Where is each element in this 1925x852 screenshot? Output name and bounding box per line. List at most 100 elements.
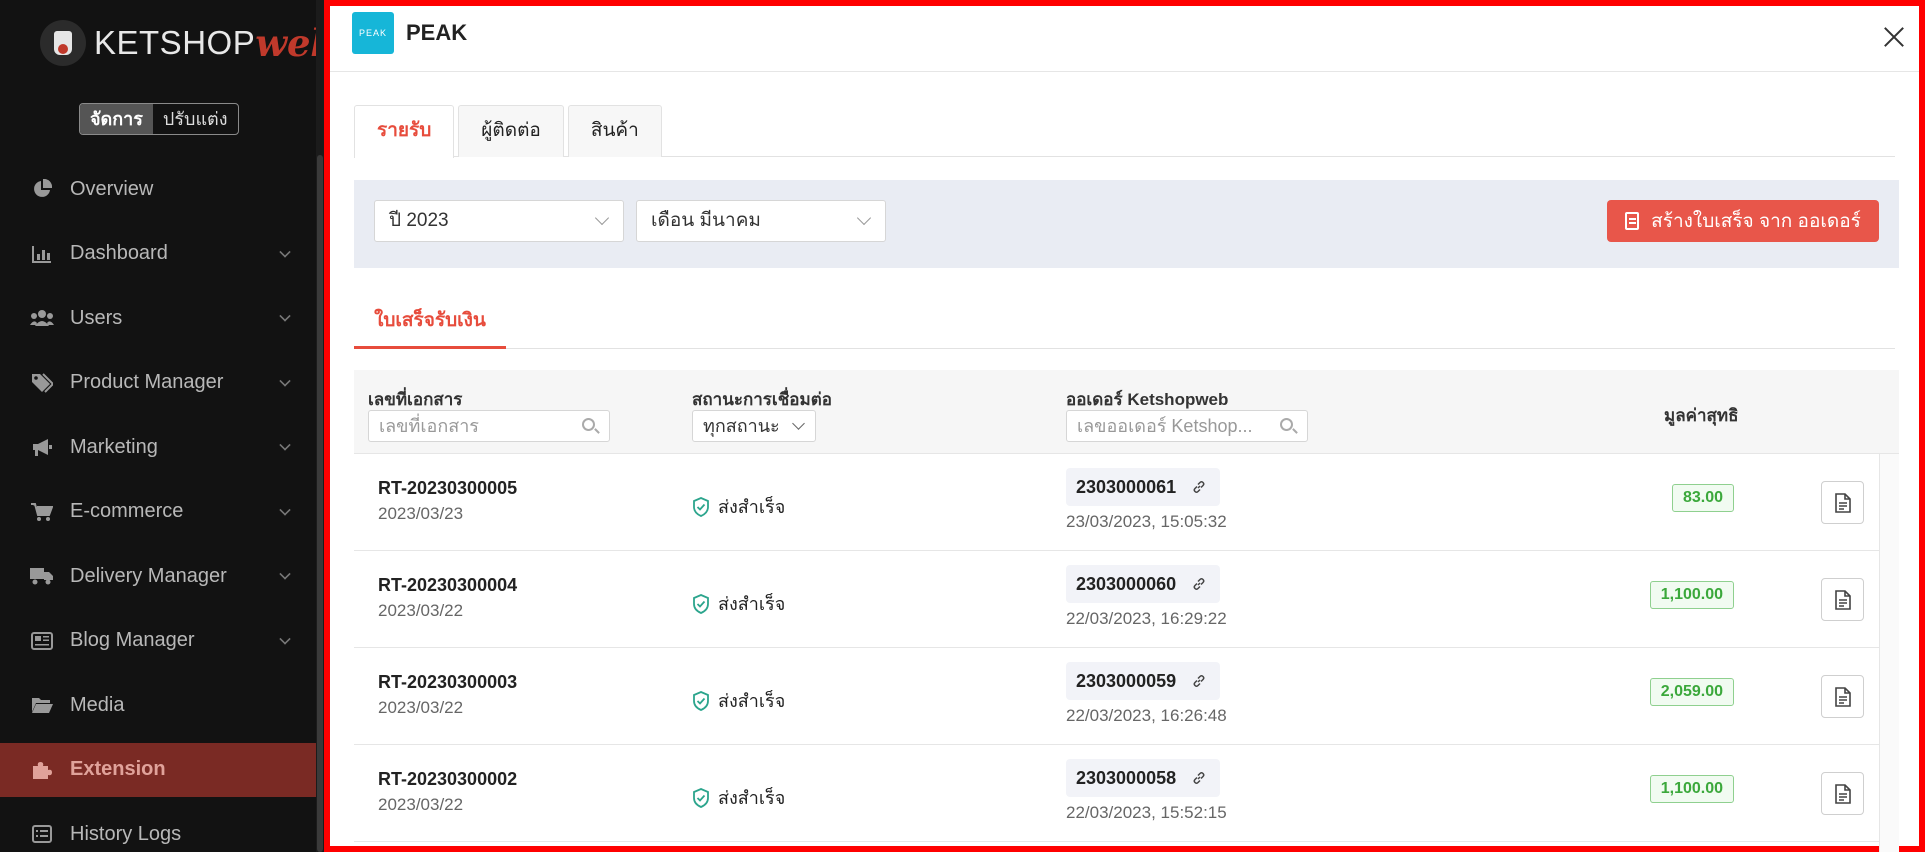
tab-income[interactable]: รายรับ [354, 105, 455, 158]
status-filter-select[interactable]: ทุกสถานะ [692, 410, 816, 442]
view-document-button[interactable] [1821, 675, 1864, 718]
table-row[interactable]: RT-20230300003 2023/03/22 ส่งสำเร็จ 2303… [354, 648, 1879, 745]
pie-chart-icon [30, 178, 54, 200]
modal-header: PEAK PEAK [330, 6, 1919, 72]
receipt-icon [1625, 212, 1640, 230]
newspaper-icon [30, 630, 54, 652]
sidebar-item-label: Extension [70, 758, 166, 780]
filter-bar: ปี 2023 เดือน มีนาคม สร้างใบเสร็จ จาก ออ… [354, 180, 1899, 268]
sidebar-item-history-logs[interactable]: History Logs [0, 807, 316, 852]
chevron-down-icon [856, 210, 872, 226]
status-filter-value: ทุกสถานะ [703, 416, 780, 436]
table-scrollbar[interactable] [1879, 454, 1899, 852]
order-chip: 2303000058 [1066, 759, 1221, 797]
amount-badge: 2,059.00 [1649, 678, 1734, 706]
view-document-button[interactable] [1821, 481, 1864, 524]
chevron-down-icon [279, 568, 291, 580]
doc-date: 2023/03/23 [378, 504, 464, 523]
sidebar-item-blog-manager[interactable]: Blog Manager [0, 614, 316, 668]
create-receipt-button[interactable]: สร้างใบเสร็จ จาก ออเดอร์ [1607, 200, 1879, 242]
order-search-input[interactable]: เลขออเดอร์ Ketshop... [1066, 410, 1308, 442]
chevron-down-icon [279, 439, 291, 451]
link-icon[interactable] [1188, 476, 1210, 498]
sidebar-item-product-manager[interactable]: Product Manager [0, 356, 316, 410]
order-number: 2303000059 [1076, 670, 1177, 691]
tab-products[interactable]: สินค้า [567, 105, 662, 157]
sidebar-item-extension[interactable]: Extension [0, 742, 316, 797]
modal-tabs: รายรับ ผู้ติดต่อ สินค้า [354, 105, 1895, 158]
table-row[interactable]: RT-20230300004 2023/03/22 ส่งสำเร็จ 2303… [354, 551, 1879, 648]
status-badge: ส่งสำเร็จ [692, 783, 785, 812]
puzzle-icon [30, 759, 54, 781]
users-icon [30, 307, 54, 329]
sidebar-item-label: History Logs [70, 822, 182, 845]
order-datetime: 23/03/2023, 15:05:32 [1066, 512, 1227, 531]
column-doc-no: เลขที่เอกสาร [368, 390, 463, 409]
chevron-down-icon [594, 210, 610, 226]
ketshop-logo[interactable]: KETSHOP web [40, 15, 336, 71]
status-badge: ส่งสำเร็จ [692, 589, 785, 618]
sidebar-scrollbar-thumb[interactable] [317, 155, 323, 852]
sidebar-item-label: Dashboard [70, 242, 168, 264]
order-chip: 2303000060 [1066, 565, 1221, 603]
table-row[interactable]: RT-20230300002 2023/03/22 ส่งสำเร็จ 2303… [354, 745, 1879, 842]
link-icon[interactable] [1188, 573, 1210, 595]
folder-open-icon [30, 694, 54, 716]
chevron-down-icon [279, 245, 291, 258]
mode-customize-button[interactable]: ปรับแต่ง [153, 104, 238, 134]
year-select[interactable]: ปี 2023 [374, 200, 624, 242]
link-icon[interactable] [1188, 670, 1210, 692]
sidebar-item-delivery-manager[interactable]: Delivery Manager [0, 549, 316, 603]
subtab-receipts[interactable]: ใบเสร็จรับเงิน [354, 306, 506, 349]
doc-number: RT-20230300004 [378, 575, 518, 595]
sidebar-item-label: Blog Manager [70, 629, 195, 651]
amount-badge: 1,100.00 [1649, 581, 1734, 609]
doc-number: RT-20230300002 [378, 769, 518, 789]
truck-icon [30, 565, 54, 587]
month-select[interactable]: เดือน มีนาคม [636, 200, 886, 242]
logo-text: KETSHOP [94, 24, 256, 61]
doc-no-search-placeholder: เลขที่เอกสาร [379, 416, 479, 436]
sidebar-item-dashboard[interactable]: Dashboard [0, 227, 316, 281]
tags-icon [30, 372, 54, 394]
column-order: ออเดอร์ Ketshopweb [1066, 390, 1229, 409]
close-icon[interactable] [1883, 26, 1905, 48]
status-text: ส่งสำเร็จ [718, 691, 786, 711]
subtab-divider [354, 348, 1895, 349]
modal-title: PEAK [406, 20, 468, 45]
sidebar-item-overview[interactable]: Overview [0, 162, 316, 216]
view-document-button[interactable] [1821, 772, 1864, 815]
chevron-down-icon [279, 374, 291, 387]
mode-manage-button[interactable]: จัดการ [80, 104, 153, 134]
doc-date: 2023/03/22 [378, 601, 464, 620]
doc-date: 2023/03/22 [378, 795, 464, 814]
document-icon [1834, 686, 1851, 707]
shield-check-icon [693, 496, 709, 517]
order-search-placeholder: เลขออเดอร์ Ketshop... [1077, 416, 1253, 436]
shield-check-icon [693, 690, 709, 711]
peak-modal: PEAK PEAK รายรับ ผู้ติดต่อ สินค้า ปี 202… [324, 0, 1925, 852]
document-icon [1834, 589, 1851, 610]
status-text: ส่งสำเร็จ [718, 594, 786, 614]
chevron-down-icon [792, 417, 805, 430]
link-icon[interactable] [1188, 767, 1210, 789]
order-datetime: 22/03/2023, 16:29:22 [1066, 609, 1227, 628]
table-row[interactable]: RT-20230300005 2023/03/23 ส่งสำเร็จ 2303… [354, 454, 1879, 551]
sidebar-item-marketing[interactable]: Marketing [0, 420, 316, 474]
sidebar-item-users[interactable]: Users [0, 291, 316, 345]
amount-badge: 83.00 [1671, 484, 1734, 512]
view-document-button[interactable] [1821, 578, 1864, 621]
order-datetime: 22/03/2023, 16:26:48 [1066, 706, 1227, 725]
status-text: ส่งสำเร็จ [718, 788, 786, 808]
sidebar-item-media[interactable]: Media [0, 678, 316, 732]
column-net-value: มูลค่าสุทธิ [1664, 406, 1739, 425]
mode-toggle: จัดการ ปรับแต่ง [79, 103, 239, 135]
doc-no-search-input[interactable]: เลขที่เอกสาร [368, 410, 610, 442]
sidebar-item-ecommerce[interactable]: E-commerce [0, 485, 316, 539]
document-icon [1834, 492, 1851, 513]
search-icon [582, 418, 595, 431]
sidebar-scrollbar[interactable] [316, 0, 324, 852]
sidebar-item-label: Users [70, 306, 123, 329]
tab-contacts[interactable]: ผู้ติดต่อ [458, 105, 564, 157]
create-receipt-label: สร้างใบเสร็จ จาก ออเดอร์ [1651, 211, 1861, 232]
